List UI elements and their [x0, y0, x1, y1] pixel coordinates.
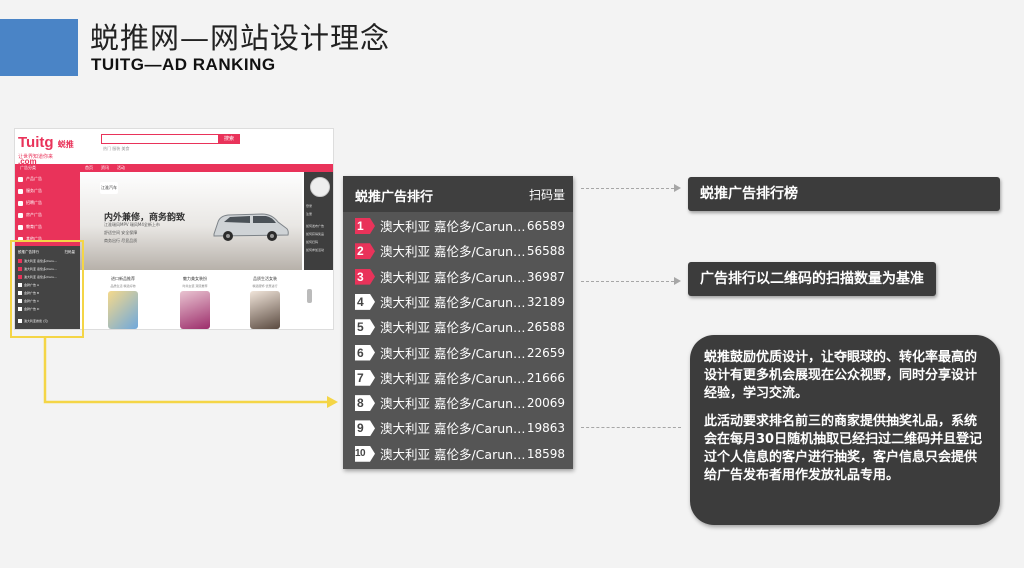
ranking-column-scans: 扫码量	[528, 188, 565, 202]
rank-scan-count: 21666	[526, 370, 565, 385]
rank-advertiser-name: 澳大利亚 嘉伦多/Carun…	[380, 219, 526, 234]
connector-line	[581, 427, 681, 428]
connector-line	[581, 188, 674, 189]
rank-badge: 2	[355, 243, 375, 260]
ad-ranking-panel: 蜕推广告排行 扫码量 1 澳大利亚 嘉伦多/Carun… 66589 2 澳大利亚 嘉伦…	[343, 176, 573, 469]
ranking-row[interactable]: 1 澳大利亚 嘉伦多/Carun… 66589	[343, 214, 573, 239]
ranking-row[interactable]: 9 澳大利亚 嘉伦多/Carun… 19863	[343, 416, 573, 441]
ranking-title: 蜕推广告排行	[355, 190, 434, 205]
rank-scan-count: 20069	[526, 396, 565, 411]
rank-badge: 4	[355, 293, 375, 310]
rank-scan-count: 26588	[526, 320, 565, 335]
callout-ranking-basis: 广告排行以二维码的扫描数量为基准	[688, 262, 936, 296]
ranking-header: 蜕推广告排行 扫码量	[343, 176, 573, 212]
rank-scan-count: 56588	[526, 244, 565, 259]
callout-ranking-board: 蜕推广告排行榜	[688, 177, 1000, 211]
rank-badge: 7	[355, 369, 375, 386]
info-paragraph-lottery: 此活动要求排名前三的商家提供抽奖礼品，系统会在每月30日随机抽取已经扫过二维码并…	[704, 414, 983, 483]
rank-advertiser-name: 澳大利亚 嘉伦多/Carun…	[380, 446, 526, 462]
ranking-row[interactable]: 6 澳大利亚 嘉伦多/Carun… 22659	[343, 341, 573, 366]
rank-badge: 9	[355, 420, 375, 437]
rank-advertiser-name: 澳大利亚 嘉伦多/Carun…	[380, 421, 526, 437]
arrow-right-icon	[674, 277, 681, 285]
rank-badge: 6	[355, 344, 375, 361]
rank-badge: 8	[355, 395, 375, 412]
rank-advertiser-name: 澳大利亚 嘉伦多/Carun…	[380, 269, 526, 285]
rank-advertiser-name: 澳大利亚 嘉伦多/Carun…	[380, 396, 526, 412]
arrow-right-icon	[674, 184, 681, 192]
rank-advertiser-name: 澳大利亚 嘉伦多/Carun…	[380, 244, 526, 260]
connector-line	[581, 281, 674, 282]
rank-scan-count: 19863	[526, 421, 565, 436]
rank-advertiser-name: 澳大利亚 嘉伦多/Carun…	[380, 294, 526, 310]
ranking-row[interactable]: 8 澳大利亚 嘉伦多/Carun… 20069	[343, 391, 573, 416]
rank-badge: 10	[355, 445, 375, 462]
rank-badge: 1	[355, 218, 375, 234]
ranking-row[interactable]: 10 澳大利亚 嘉伦多/Carun… 18598	[343, 442, 573, 467]
ranking-row[interactable]: 5 澳大利亚 嘉伦多/Carun… 26588	[343, 315, 573, 340]
ranking-row[interactable]: 4 澳大利亚 嘉伦多/Carun… 32189	[343, 290, 573, 315]
rank-scan-count: 36987	[526, 269, 565, 284]
rank-scan-count: 22659	[526, 345, 565, 360]
ranking-row[interactable]: 7 澳大利亚 嘉伦多/Carun… 21666	[343, 366, 573, 391]
rank-badge: 3	[355, 268, 375, 285]
rank-scan-count: 32189	[526, 294, 565, 309]
info-description-box: 蜕推鼓励优质设计，让夺眼球的、转化率最高的设计有更多机会展现在公众视野，同时分享…	[690, 335, 1000, 525]
rank-advertiser-name: 澳大利亚 嘉伦多/Carun…	[380, 345, 526, 361]
ranking-row[interactable]: 3 澳大利亚 嘉伦多/Carun… 36987	[343, 265, 573, 290]
rank-advertiser-name: 澳大利亚 嘉伦多/Carun…	[380, 370, 526, 386]
rank-scan-count: 66589	[526, 219, 565, 233]
ranking-row[interactable]: 2 澳大利亚 嘉伦多/Carun… 56588	[343, 239, 573, 264]
rank-advertiser-name: 澳大利亚 嘉伦多/Carun…	[380, 320, 526, 336]
rank-badge: 5	[355, 319, 375, 336]
rank-scan-count: 18598	[526, 446, 565, 461]
info-paragraph-design: 蜕推鼓励优质设计，让夺眼球的、转化率最高的设计有更多机会展现在公众视野，同时分享…	[704, 350, 978, 401]
